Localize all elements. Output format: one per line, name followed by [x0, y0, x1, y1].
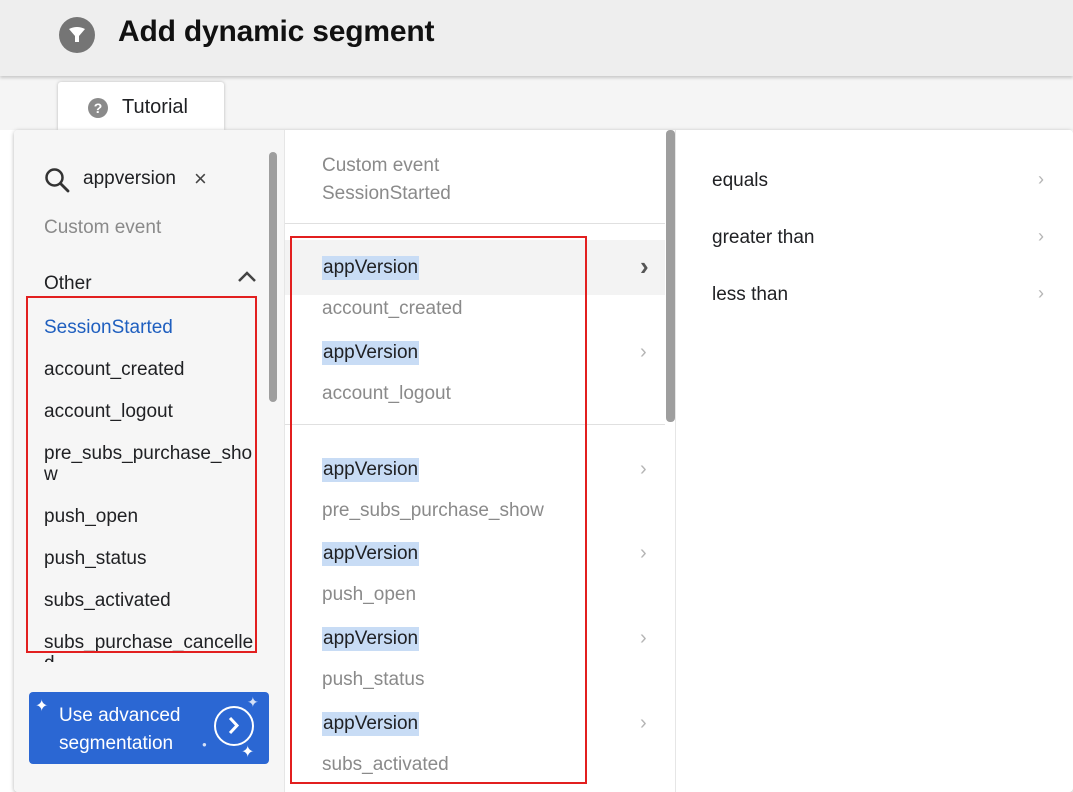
- event-item[interactable]: account_created: [44, 359, 259, 380]
- funnel-icon: [59, 17, 95, 53]
- event-list: SessionStarted account_created account_l…: [14, 300, 274, 662]
- event-item[interactable]: push_open: [44, 506, 259, 527]
- property-header-event: SessionStarted: [322, 183, 451, 204]
- property-column: Custom event SessionStarted appVersion ›…: [284, 130, 675, 792]
- page-header: Add dynamic segment: [0, 0, 1073, 76]
- property-column-header: Custom event SessionStarted: [322, 152, 451, 208]
- group-label[interactable]: Other: [44, 273, 92, 295]
- chevron-right-icon[interactable]: ›: [640, 626, 647, 650]
- operator-greater-than[interactable]: greater than: [712, 227, 814, 249]
- property-label[interactable]: appVersion: [322, 341, 420, 365]
- divider: [285, 223, 665, 224]
- chevron-right-icon[interactable]: ›: [1038, 283, 1044, 304]
- property-event: account_logout: [322, 383, 451, 404]
- property-header-category: Custom event: [322, 155, 440, 176]
- event-list-scrollbar[interactable]: [269, 152, 277, 402]
- event-item-sessionstarted[interactable]: SessionStarted: [44, 317, 259, 338]
- property-list-scrollbar[interactable]: [666, 130, 675, 422]
- operator-equals[interactable]: equals: [712, 170, 768, 192]
- chevron-right-icon[interactable]: ›: [640, 541, 647, 565]
- event-category-label[interactable]: Custom event: [44, 217, 161, 239]
- property-event: pre_subs_purchase_show: [322, 500, 544, 521]
- chevron-right-icon[interactable]: ›: [640, 711, 647, 735]
- divider: [285, 424, 665, 425]
- tab-label: Tutorial: [122, 96, 188, 118]
- chevron-right-circle-icon: [214, 706, 254, 746]
- page-title: Add dynamic segment: [118, 15, 435, 48]
- chevron-right-icon[interactable]: ›: [640, 253, 649, 279]
- property-event: push_open: [322, 584, 417, 605]
- chevron-right-icon[interactable]: ›: [1038, 226, 1044, 247]
- event-item[interactable]: pre_subs_purchase_show: [44, 443, 259, 485]
- help-circle-icon: ?: [88, 98, 108, 118]
- property-label[interactable]: appVersion: [322, 542, 420, 566]
- chevron-right-icon[interactable]: ›: [640, 457, 647, 481]
- property-label[interactable]: appVersion: [322, 627, 420, 651]
- property-event: subs_activated: [322, 754, 449, 775]
- operator-less-than[interactable]: less than: [712, 284, 788, 306]
- close-icon[interactable]: ×: [194, 166, 207, 192]
- sparkle-icon: ✦: [35, 698, 49, 715]
- segment-builder-panel: appversion × Custom event Other SessionS…: [14, 130, 1073, 792]
- sparkle-icon: ✦: [241, 744, 255, 761]
- property-label[interactable]: appVersion: [322, 256, 420, 280]
- property-label[interactable]: appVersion: [322, 712, 420, 736]
- advanced-segmentation-button[interactable]: ✦ ✦ ✦ ● Use advanced segmentation: [29, 692, 269, 764]
- chevron-right-icon[interactable]: ›: [1038, 169, 1044, 190]
- property-event: push_status: [322, 669, 425, 690]
- chevron-right-icon[interactable]: ›: [640, 340, 647, 364]
- tab-tutorial[interactable]: ? Tutorial: [58, 82, 224, 130]
- event-item[interactable]: push_status: [44, 548, 259, 569]
- advanced-segmentation-label: Use advanced segmentation: [59, 705, 181, 754]
- event-item[interactable]: account_logout: [44, 401, 259, 422]
- property-label[interactable]: appVersion: [322, 458, 420, 482]
- property-event: account_created: [322, 298, 463, 319]
- operator-column: equals › greater than › less than ›: [675, 130, 1073, 792]
- search-icon[interactable]: [44, 167, 70, 198]
- event-item[interactable]: subs_purchase_cancelled: [44, 632, 259, 662]
- event-column: appversion × Custom event Other SessionS…: [14, 130, 284, 792]
- search-input[interactable]: appversion: [83, 168, 176, 190]
- chevron-up-icon[interactable]: [236, 269, 258, 288]
- event-item[interactable]: subs_activated: [44, 590, 259, 611]
